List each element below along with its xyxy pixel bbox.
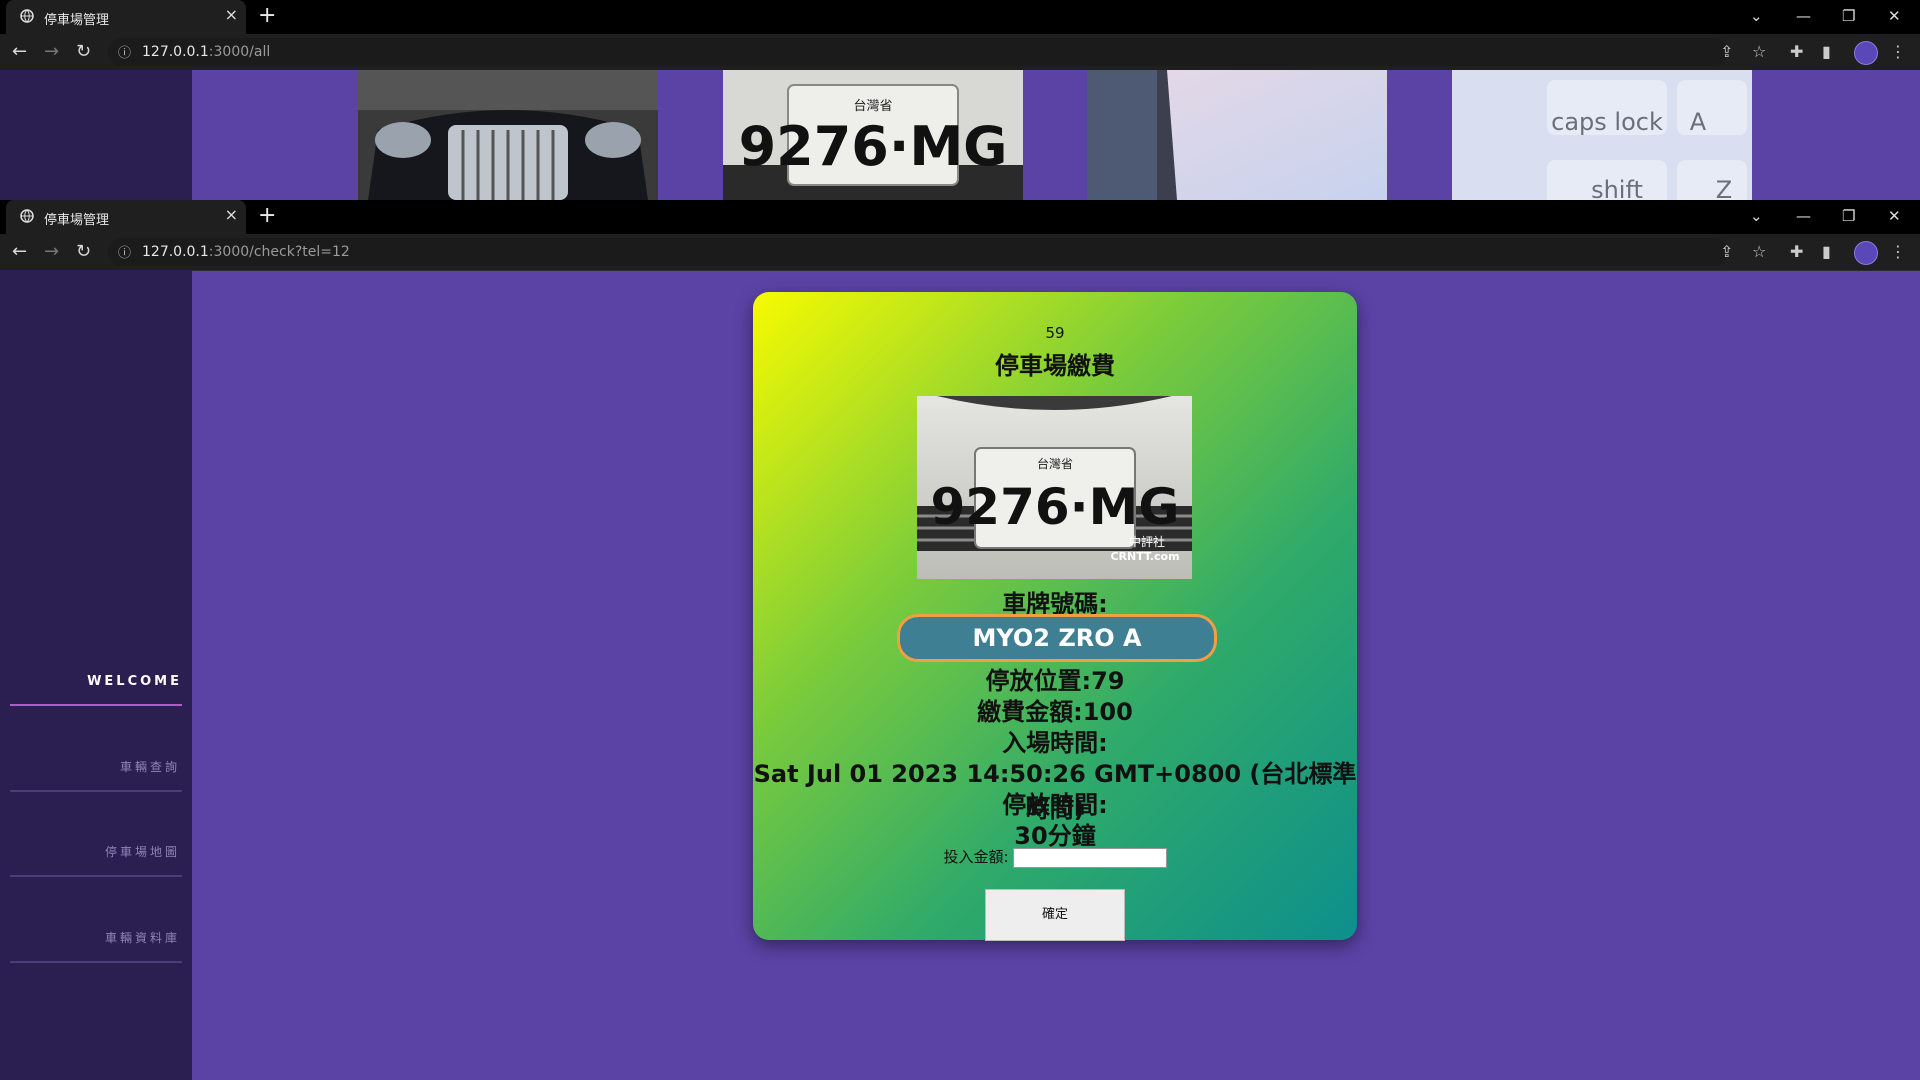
- tab-bar: 停車場管理 × + ⌄ — ❐ ✕: [0, 0, 1920, 34]
- menu-icon[interactable]: ⋮: [1890, 42, 1906, 61]
- payment-input-row: 投入金額:: [753, 846, 1357, 868]
- globe-icon: [20, 209, 34, 223]
- key-a: A: [1690, 108, 1707, 136]
- minimize-icon[interactable]: —: [1796, 207, 1811, 225]
- close-icon[interactable]: ×: [225, 205, 238, 224]
- tab-title: 停車場管理: [44, 213, 110, 228]
- sidebar-item-parking-map[interactable]: 停車場地圖: [0, 843, 180, 860]
- side-panel-icon[interactable]: ▮: [1822, 242, 1831, 261]
- restore-icon[interactable]: ❐: [1842, 7, 1855, 25]
- record-number: 59: [1045, 324, 1065, 342]
- reload-icon[interactable]: ↻: [76, 41, 91, 62]
- bookmark-star-icon[interactable]: ☆: [1752, 42, 1766, 61]
- forward-icon[interactable]: →: [44, 241, 59, 262]
- watermark-cn: 中評社: [1129, 534, 1165, 549]
- extensions-icon[interactable]: ✚: [1790, 242, 1803, 261]
- background-sidebar: [0, 70, 192, 200]
- tab-title: 停車場管理: [44, 13, 110, 28]
- minimize-icon[interactable]: —: [1796, 7, 1811, 25]
- bookmark-star-icon[interactable]: ☆: [1752, 242, 1766, 261]
- share-icon[interactable]: ⇪: [1720, 242, 1733, 261]
- side-panel-icon[interactable]: ▮: [1822, 42, 1831, 61]
- tab-search-icon[interactable]: ⌄: [1750, 207, 1763, 225]
- sidebar-item-vehicle-query[interactable]: 車輛查詢: [0, 758, 180, 775]
- key-shift: shift: [1591, 176, 1643, 200]
- info-icon[interactable]: ⓘ: [118, 42, 131, 61]
- sidebar: WELCOME 車輛查詢 停車場地圖 車輛資料庫: [0, 270, 192, 1080]
- back-icon[interactable]: ←: [12, 241, 27, 262]
- thumb-plate-number: 9276·MG: [739, 115, 1008, 178]
- confirm-button[interactable]: 確定: [985, 889, 1125, 941]
- url-text[interactable]: 127.0.0.1:3000/all: [142, 44, 270, 60]
- restore-icon[interactable]: ❐: [1842, 207, 1855, 225]
- back-icon[interactable]: ←: [12, 41, 27, 62]
- url-text[interactable]: 127.0.0.1:3000/check?tel=12: [142, 244, 350, 260]
- entry-time-label: 入場時間:: [1002, 729, 1108, 757]
- car-front-thumbnail[interactable]: [358, 70, 658, 200]
- reload-icon[interactable]: ↻: [76, 241, 91, 262]
- payment-label: 投入金額:: [943, 848, 1009, 866]
- tab-bar: 停車場管理 × + ⌄ — ❐ ✕: [0, 200, 1920, 234]
- profile-avatar[interactable]: [1854, 41, 1878, 65]
- thumb-plate-region: 台灣省: [853, 99, 892, 114]
- sidebar-divider: [10, 790, 182, 792]
- key-caps-lock: caps lock: [1551, 108, 1663, 136]
- address-bar[interactable]: ⓘ 127.0.0.1:3000/check?tel=12: [108, 238, 1728, 266]
- plate-number-display: MYO2 ZRO A: [897, 614, 1217, 662]
- share-icon[interactable]: ⇪: [1720, 42, 1733, 61]
- address-bar[interactable]: ⓘ 127.0.0.1:3000/all: [108, 38, 1728, 66]
- sidebar-divider: [10, 875, 182, 877]
- info-icon[interactable]: ⓘ: [118, 242, 131, 261]
- key-z: Z: [1716, 176, 1732, 200]
- page-title: 停車場繳費: [995, 352, 1115, 380]
- profile-avatar[interactable]: [1854, 241, 1878, 265]
- close-icon[interactable]: ×: [225, 5, 238, 24]
- sidebar-item-vehicle-database[interactable]: 車輛資料庫: [0, 929, 180, 946]
- window-close-icon[interactable]: ✕: [1888, 207, 1901, 225]
- new-tab-icon[interactable]: +: [258, 3, 276, 28]
- tab-search-icon[interactable]: ⌄: [1750, 7, 1763, 25]
- front-browser-window: 停車場管理 × + ⌄ — ❐ ✕ ← → ↻ ⓘ 127.0.0.1:3000…: [0, 200, 1920, 271]
- browser-toolbar: ← → ↻ ⓘ 127.0.0.1:3000/all ⇪ ☆ ✚ ▮ ⋮: [0, 34, 1920, 71]
- sidebar-divider-active: [10, 704, 182, 706]
- window-close-icon[interactable]: ✕: [1888, 7, 1901, 25]
- globe-icon: [20, 9, 34, 23]
- background-page-content: 台灣省 9276·MG caps lock A shift Z: [0, 70, 1920, 200]
- tab-parking-all[interactable]: 停車場管理 ×: [6, 0, 246, 34]
- parking-position: 停放位置:79: [985, 667, 1125, 695]
- keyboard-thumbnail[interactable]: caps lock A shift Z: [1452, 70, 1752, 200]
- plate-region-text: 台灣省: [1037, 456, 1073, 471]
- payment-card: 59 停車場繳費 台灣省 9276·MG 中評社 CRNTT.com 車牌號碼:…: [753, 292, 1357, 941]
- watermark-site: CRNTT.com: [1110, 550, 1179, 563]
- forward-icon[interactable]: →: [44, 41, 59, 62]
- plate-number-text: 9276·MG: [931, 478, 1180, 536]
- sidebar-divider: [10, 961, 182, 963]
- extensions-icon[interactable]: ✚: [1790, 42, 1803, 61]
- new-tab-icon[interactable]: +: [258, 203, 276, 228]
- fee-amount: 繳費金額:100: [977, 698, 1133, 726]
- tab-parking-check[interactable]: 停車場管理 ×: [6, 200, 246, 234]
- screen-photo-thumbnail[interactable]: [1087, 70, 1387, 200]
- duration-label: 停放時間:: [1002, 791, 1108, 819]
- browser-toolbar: ← → ↻ ⓘ 127.0.0.1:3000/check?tel=12 ⇪ ☆ …: [0, 234, 1920, 271]
- sidebar-welcome: WELCOME: [87, 674, 182, 689]
- license-plate-photo: 台灣省 9276·MG 中評社 CRNTT.com: [917, 396, 1192, 579]
- background-browser-window: 停車場管理 × + ⌄ — ❐ ✕ ← → ↻ ⓘ 127.0.0.1:3000…: [0, 0, 1920, 71]
- plate-thumbnail[interactable]: 台灣省 9276·MG: [723, 70, 1023, 200]
- payment-amount-input[interactable]: [1012, 847, 1167, 868]
- menu-icon[interactable]: ⋮: [1890, 242, 1906, 261]
